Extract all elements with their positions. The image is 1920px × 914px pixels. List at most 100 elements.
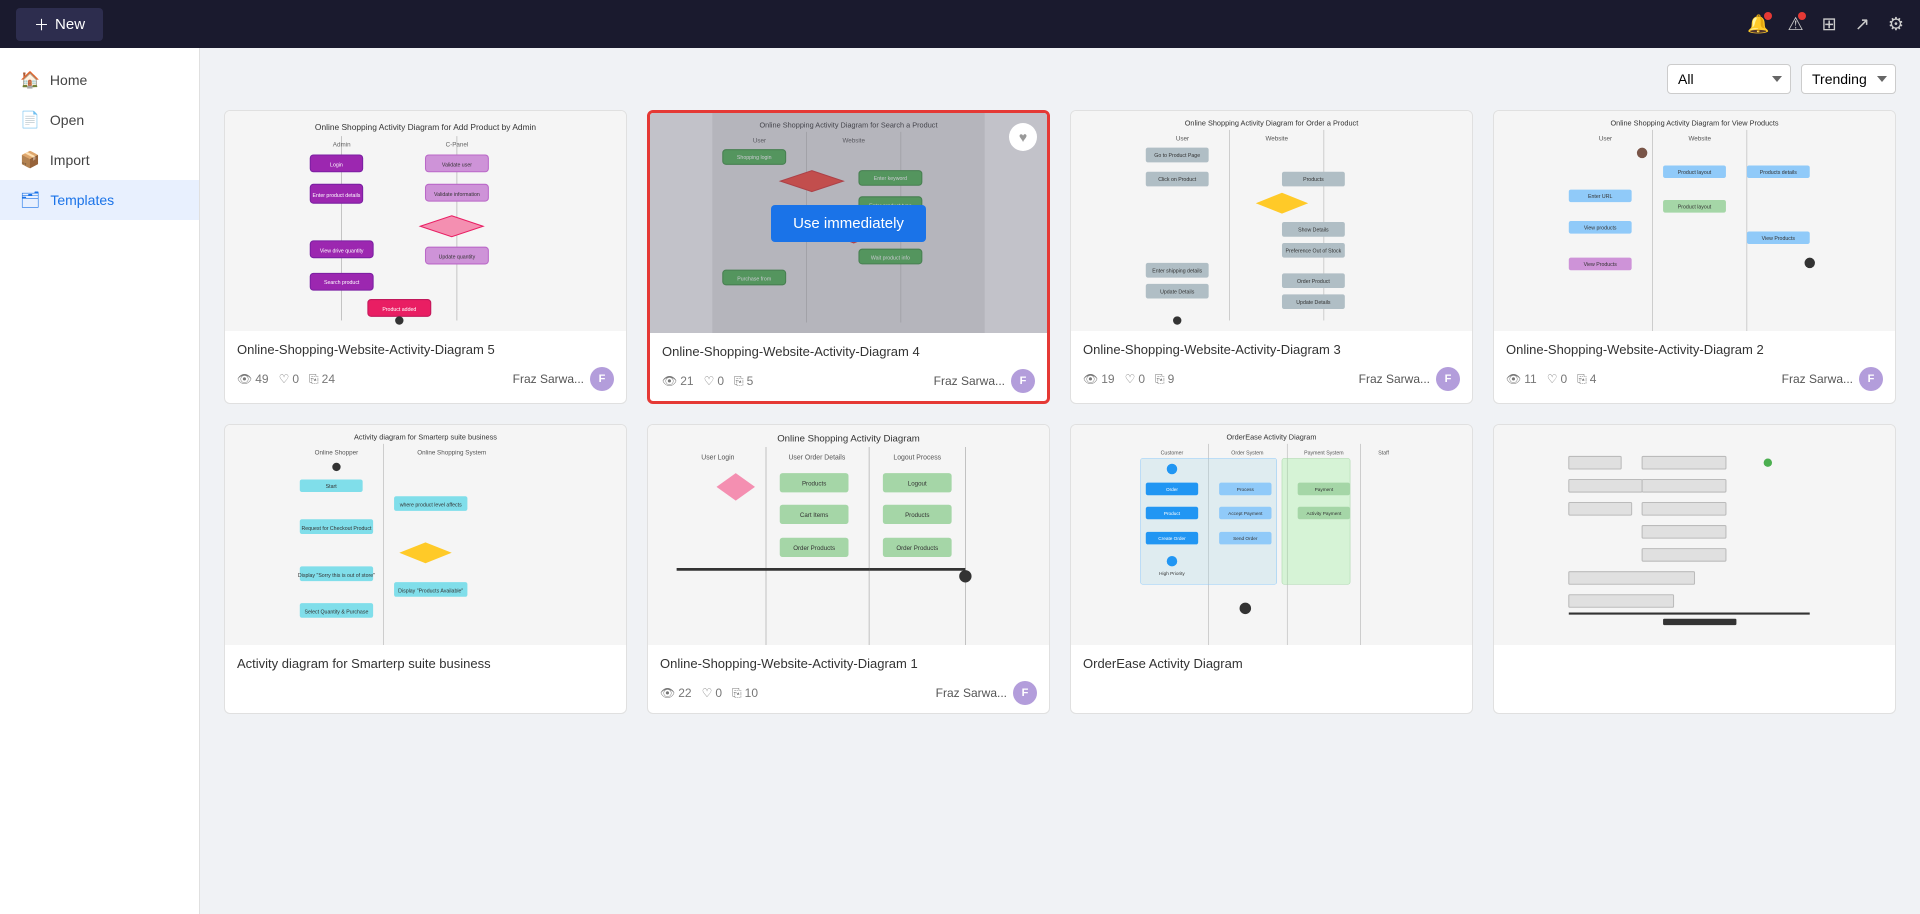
new-button-label: New	[55, 16, 85, 33]
likes-count-2: 0	[1560, 372, 1567, 386]
svg-text:Click on Product: Click on Product	[1158, 177, 1197, 183]
svg-text:Products details: Products details	[1760, 170, 1798, 176]
svg-text:Process: Process	[1237, 487, 1255, 492]
eye-icon: 👁	[237, 372, 252, 386]
copies-count-4: 5	[747, 374, 754, 388]
svg-text:Products: Products	[1303, 177, 1324, 183]
sidebar-item-templates[interactable]: 🗂 Templates	[0, 180, 199, 220]
svg-text:View drive quantity: View drive quantity	[320, 248, 364, 254]
sidebar-item-open[interactable]: 📄 Open	[0, 100, 199, 140]
svg-text:Enter product details: Enter product details	[313, 193, 361, 199]
template-card-1[interactable]: Online Shopping Activity Diagram User Lo…	[647, 424, 1050, 714]
copy-icon: ⎘	[734, 374, 744, 389]
svg-text:Order Products: Order Products	[896, 545, 938, 552]
svg-text:Product: Product	[1164, 511, 1181, 516]
card-preview-misc	[1494, 425, 1895, 645]
bell-icon-wrapper[interactable]: 🔔	[1747, 14, 1769, 35]
card-title-4: Online-Shopping-Website-Activity-Diagram…	[662, 343, 1035, 361]
template-card-5[interactable]: Online Shopping Activity Diagram for Add…	[224, 110, 627, 404]
card-stats-1: 👁 22 ♡ 0 ⎘ 10	[660, 686, 758, 701]
sidebar-item-home[interactable]: 🏠 Home	[0, 60, 199, 100]
template-card-3[interactable]: Online Shopping Activity Diagram for Ord…	[1070, 110, 1473, 404]
svg-text:Display "Products Available": Display "Products Available"	[398, 589, 463, 595]
svg-text:Enter shipping details: Enter shipping details	[1152, 268, 1202, 274]
card-stats-2: 👁 11 ♡ 0 ⎘ 4	[1506, 372, 1596, 387]
main-layout: 🏠 Home 📄 Open 📦 Import 🗂 Templates All F…	[0, 48, 1920, 914]
author-name-4: Fraz Sarwa...	[934, 374, 1005, 388]
likes-stat-3: ♡ 0	[1125, 372, 1145, 386]
grid-icon[interactable]: ⊞	[1822, 14, 1837, 35]
settings-icon[interactable]: ⚙	[1888, 14, 1904, 35]
template-card-misc[interactable]	[1493, 424, 1896, 714]
svg-text:Logout: Logout	[908, 481, 927, 488]
template-card-4[interactable]: Online Shopping Activity Diagram for Sea…	[647, 110, 1050, 404]
diagram-5: Online Shopping Activity Diagram for Add…	[225, 111, 626, 331]
svg-text:Payment System: Payment System	[1304, 451, 1343, 457]
copies-stat-1: ⎘ 10	[732, 686, 758, 701]
filter-select[interactable]: All Flowcharts UML ER Diagrams	[1667, 64, 1791, 94]
card-info-2: Online-Shopping-Website-Activity-Diagram…	[1494, 331, 1895, 399]
new-button[interactable]: ＋ New	[16, 8, 103, 41]
svg-text:Login: Login	[330, 163, 343, 169]
alert-icon-wrapper[interactable]: ⚠	[1788, 14, 1804, 35]
svg-text:Update Details: Update Details	[1160, 289, 1195, 295]
sidebar-templates-label: Templates	[50, 192, 114, 208]
author-avatar-5: F	[590, 367, 614, 391]
svg-text:Send Order: Send Order	[1233, 536, 1258, 541]
svg-text:Activity Payment: Activity Payment	[1306, 511, 1341, 516]
svg-text:Cart Items: Cart Items	[800, 512, 828, 519]
card-author-2: Fraz Sarwa... F	[1782, 367, 1883, 391]
sort-select[interactable]: Trending Newest Popular	[1801, 64, 1896, 94]
svg-text:Online Shopping Activity Diagr: Online Shopping Activity Diagram for Ord…	[1185, 119, 1359, 128]
svg-text:Online Shopping Activity Diagr: Online Shopping Activity Diagram	[777, 434, 920, 445]
svg-text:Online Shopping Activity Diagr: Online Shopping Activity Diagram for Add…	[315, 122, 536, 132]
card-title-orderease: OrderEase Activity Diagram	[1083, 655, 1460, 673]
card-stats-3: 👁 19 ♡ 0 ⎘ 9	[1083, 372, 1174, 387]
import-icon: 📦	[20, 150, 40, 170]
svg-text:Order System: Order System	[1231, 451, 1263, 457]
svg-text:Product added: Product added	[382, 307, 416, 313]
svg-text:Preference Out of Stock: Preference Out of Stock	[1286, 248, 1342, 254]
svg-text:Accept Payment: Accept Payment	[1228, 511, 1263, 516]
card-info-4: Online-Shopping-Website-Activity-Diagram…	[650, 333, 1047, 401]
share-icon[interactable]: ↗	[1855, 14, 1870, 35]
use-immediately-button[interactable]: Use immediately	[771, 205, 926, 242]
heart-icon: ♡	[279, 372, 290, 386]
svg-text:Order Product: Order Product	[1297, 279, 1330, 285]
svg-text:where product level affects: where product level affects	[400, 503, 462, 509]
svg-text:High Priority: High Priority	[1159, 571, 1185, 576]
template-card-smarterp[interactable]: Activity diagram for Smarterp suite busi…	[224, 424, 627, 714]
card-author-1: Fraz Sarwa... F	[936, 681, 1037, 705]
svg-text:Go to Product Page: Go to Product Page	[1154, 153, 1200, 159]
card-stats-5: 👁 49 ♡ 0 ⎘ 24	[237, 372, 335, 387]
card-title-2: Online-Shopping-Website-Activity-Diagram…	[1506, 341, 1883, 359]
likes-stat-2: ♡ 0	[1547, 372, 1567, 386]
card-meta-4: 👁 21 ♡ 0 ⎘ 5	[662, 369, 1035, 393]
sidebar-item-import[interactable]: 📦 Import	[0, 140, 199, 180]
sidebar: 🏠 Home 📄 Open 📦 Import 🗂 Templates	[0, 48, 200, 914]
use-immediately-overlay: Use immediately	[650, 113, 1047, 333]
card-title-smarterp: Activity diagram for Smarterp suite busi…	[237, 655, 614, 673]
diagram-1: Online Shopping Activity Diagram User Lo…	[648, 425, 1049, 645]
diagram-smarterp: Activity diagram for Smarterp suite busi…	[225, 425, 626, 645]
views-stat-1: 👁 22	[660, 686, 692, 700]
views-stat-4: 👁 21	[662, 374, 694, 388]
copy-icon: ⎘	[309, 372, 319, 387]
diagram-2: Online Shopping Activity Diagram for Vie…	[1494, 111, 1895, 331]
author-name-5: Fraz Sarwa...	[513, 372, 584, 386]
svg-text:Request for Checkout Product: Request for Checkout Product	[301, 526, 371, 532]
views-count-1: 22	[678, 686, 691, 700]
likes-count-3: 0	[1138, 372, 1145, 386]
eye-icon: 👁	[1506, 372, 1521, 386]
heart-icon: ♡	[704, 374, 715, 388]
svg-text:Admin: Admin	[333, 142, 351, 149]
template-card-2[interactable]: Online Shopping Activity Diagram for Vie…	[1493, 110, 1896, 404]
author-name-1: Fraz Sarwa...	[936, 686, 1007, 700]
sidebar-open-label: Open	[50, 112, 84, 128]
template-card-orderease[interactable]: OrderEase Activity Diagram Customer Orde…	[1070, 424, 1473, 714]
card-meta-5: 👁 49 ♡ 0 ⎘ 24	[237, 367, 614, 391]
svg-text:Create Order: Create Order	[1158, 536, 1186, 541]
card-author-4: Fraz Sarwa... F	[934, 369, 1035, 393]
svg-text:Order: Order	[1166, 487, 1178, 492]
heart-button-4[interactable]: ♥	[1009, 123, 1037, 151]
